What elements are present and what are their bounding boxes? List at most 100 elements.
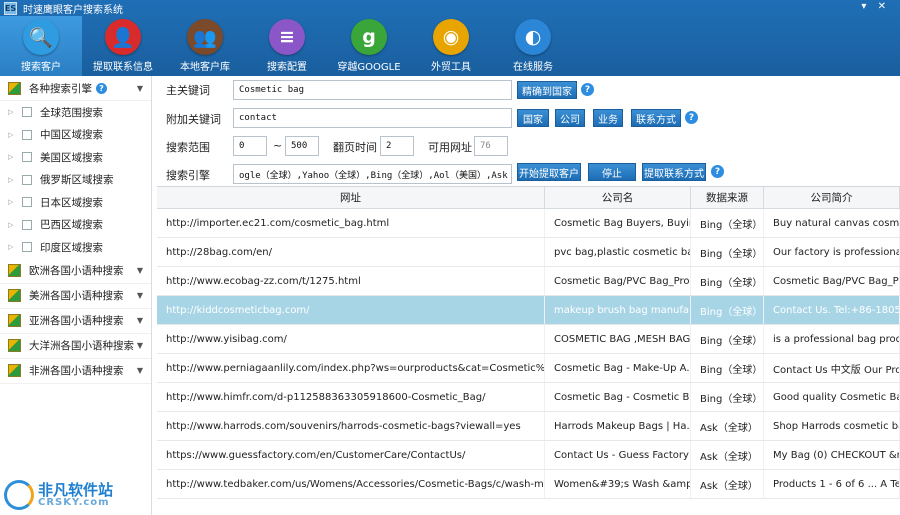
checkbox[interactable] (22, 219, 32, 230)
toolbar-label: 搜索客户 (21, 62, 61, 73)
available-url-label: 可用网址 (428, 141, 472, 154)
folder-icon (8, 364, 21, 377)
sidebar-group[interactable]: 美洲各国小语种搜索 ▼ (0, 284, 151, 309)
toolbar-button-1[interactable]: 👤 提取联系信息 (82, 16, 164, 76)
cell-source: Bing（全球） (691, 209, 764, 237)
precise-country-button[interactable]: 精确到国家 (517, 81, 577, 99)
chevron-down-icon[interactable]: ▼ (137, 341, 143, 350)
table-row[interactable]: http://www.perniagaanlily.com/index.php?… (157, 354, 900, 383)
extra-keyword-label: 附加关键词 (166, 113, 221, 126)
table-row[interactable]: http://www.himfr.com/d-p1125883633059186… (157, 383, 900, 412)
chevron-down-icon[interactable]: ▼ (137, 366, 143, 375)
stop-button[interactable]: 停止 (588, 163, 636, 181)
toolbar-label: 提取联系信息 (93, 62, 153, 73)
keyword-input[interactable]: Cosmetic bag (233, 80, 512, 100)
window-title: 时速鹰眼客户搜索系统 (23, 4, 123, 16)
sidebar-item-region[interactable]: ▷ 美国区域搜索 (0, 146, 151, 169)
cell-source: Bing（全球） (691, 325, 764, 353)
help-icon[interactable]: ? (96, 82, 107, 94)
keyword-label: 主关键词 (166, 84, 210, 97)
sidebar-group[interactable]: 大洋洲各国小语种搜索 ▼ (0, 334, 151, 359)
chevron-down-icon[interactable]: ▼ (137, 84, 143, 93)
cell-intro: Contact Us 中文版 Our Produ (764, 354, 900, 382)
sidebar-item-region[interactable]: ▷ 俄罗斯区域搜索 (0, 169, 151, 192)
toolbar-button-3[interactable]: ≡ 搜索配置 (246, 16, 328, 76)
sidebar-item-region[interactable]: ▷ 全球范围搜索 (0, 101, 151, 124)
table-row[interactable]: http://28bag.com/en/pvc bag,plastic cosm… (157, 238, 900, 267)
sidebar: 各种搜索引擎 ? ▼ ▷ 全球范围搜索 ▷ 中国区域搜索 ▷ 美国区域搜索 ▷ 俄罗斯区域搜索… (0, 76, 152, 515)
cell-company: Contact Us - Guess Factory (545, 441, 691, 469)
extra-keyword-input[interactable]: contact (233, 108, 512, 128)
checkbox[interactable] (22, 107, 32, 118)
cell-url: http://www.himfr.com/d-p1125883633059186… (157, 383, 545, 411)
search-form: 主关键词 Cosmetic bag 精确到国家 ? 附加关键词 contact … (152, 76, 900, 186)
checkbox[interactable] (22, 152, 32, 163)
cell-source: Ask（全球） (691, 470, 764, 498)
checkbox[interactable] (22, 129, 32, 140)
toolbar-button-5[interactable]: ◉ 外贸工具 (410, 16, 492, 76)
chevron-down-icon[interactable]: ▼ (137, 291, 143, 300)
sidebar-item-region[interactable]: ▷ 中国区域搜索 (0, 124, 151, 147)
sidebar-item-region[interactable]: ▷ 巴西区域搜索 (0, 214, 151, 237)
sidebar-item-label: 全球范围搜索 (40, 106, 103, 119)
tree-expander-icon: ▷ (8, 175, 14, 184)
sidebar-group[interactable]: 亚洲各国小语种搜索 ▼ (0, 309, 151, 334)
checkbox[interactable] (22, 197, 32, 208)
cell-source: Bing（全球） (691, 296, 764, 324)
table-row[interactable]: http://www.tedbaker.com/us/Womens/Access… (157, 470, 900, 499)
page-time-input[interactable]: 2 (380, 136, 414, 156)
help-icon[interactable]: ? (581, 83, 594, 96)
column-header-company[interactable]: 公司名 (545, 187, 691, 208)
table-row[interactable]: http://www.ecobag-zz.com/t/1275.html Cosm… (157, 267, 900, 296)
toolbar-button-6[interactable]: ◐ 在线服务 (492, 16, 574, 76)
help-icon[interactable]: ? (685, 111, 698, 124)
cell-url: http://www.harrods.com/souvenirs/harrods… (157, 412, 545, 440)
engine-select[interactable]: ogle（全球）,Yahoo（全球）,Bing（全球）,Aol（美国）,Ask（… (233, 164, 512, 184)
range-from-input[interactable]: 0 (233, 136, 267, 156)
table-row[interactable]: http://kiddcosmeticbag.com/makeup brush … (157, 296, 900, 325)
table-row[interactable]: http://importer.ec21.com/cosmetic_bag.ht… (157, 209, 900, 238)
sidebar-item-region[interactable]: ▷ 印度区域搜索 (0, 236, 151, 259)
table-row[interactable]: http://www.yisibag.com/COSMETIC BAG ,MES… (157, 325, 900, 354)
tree-expander-icon: ▷ (8, 220, 14, 229)
extract-contact-button[interactable]: 提取联系方式 (642, 163, 706, 181)
contact-method-button[interactable]: 联系方式 (631, 109, 681, 127)
start-extract-button[interactable]: 开始提取客户 (517, 163, 581, 181)
sidebar-group[interactable]: 欧洲各国小语种搜索 ▼ (0, 259, 151, 284)
company-button[interactable]: 公司 (555, 109, 585, 127)
folder-icon (8, 289, 21, 302)
table-row[interactable]: https://www.guessfactory.com/en/Customer… (157, 441, 900, 470)
sidebar-item-region[interactable]: ▷ 日本区域搜索 (0, 191, 151, 214)
toolbar-button-0[interactable]: 🔍 搜索客户 (0, 16, 82, 76)
chevron-down-icon[interactable]: ▼ (137, 266, 143, 275)
table-row[interactable]: http://www.harrods.com/souvenirs/harrods… (157, 412, 900, 441)
chevron-down-icon[interactable]: ▼ (137, 316, 143, 325)
cell-source: Bing（全球） (691, 354, 764, 382)
column-header-url[interactable]: 网址 (157, 187, 545, 208)
range-to-input[interactable]: 500 (285, 136, 319, 156)
business-button[interactable]: 业务 (593, 109, 623, 127)
cell-company: Women&#39;s Wash &amp;... (545, 470, 691, 498)
sidebar-group-engines[interactable]: 各种搜索引擎 ? ▼ (0, 76, 151, 101)
cell-company: Cosmetic Bag Buyers, Buyin... (545, 209, 691, 237)
window-controls[interactable]: ▾ ✕ (861, 1, 890, 12)
checkbox[interactable] (22, 242, 32, 253)
column-header-source[interactable]: 数据来源 (691, 187, 764, 208)
column-header-intro[interactable]: 公司简介 (764, 187, 900, 208)
engine-label: 搜索引擎 (166, 169, 210, 182)
cell-intro: Cosmetic Bag/PVC Bag_Produ (764, 267, 900, 295)
sidebar-group[interactable]: 非洲各国小语种搜索 ▼ (0, 359, 151, 384)
online-service-icon: ◐ (515, 19, 551, 55)
checkbox[interactable] (22, 174, 32, 185)
toolbar-button-4[interactable]: g 穿越GOOGLE (328, 16, 410, 76)
tree-expander-icon: ▷ (8, 198, 14, 207)
cell-url: http://www.tedbaker.com/us/Womens/Access… (157, 470, 545, 498)
help-icon[interactable]: ? (711, 165, 724, 178)
table-body: http://importer.ec21.com/cosmetic_bag.ht… (157, 209, 900, 499)
country-button[interactable]: 国家 (517, 109, 549, 127)
toolbar-button-2[interactable]: 👥 本地客户库 (164, 16, 246, 76)
cell-url: https://www.guessfactory.com/en/Customer… (157, 441, 545, 469)
cell-intro: Products 1 - 6 of 6 ... A Ted w (764, 470, 900, 498)
cell-source: Bing（全球） (691, 238, 764, 266)
cell-url: http://www.ecobag-zz.com/t/1275.html (157, 267, 545, 295)
